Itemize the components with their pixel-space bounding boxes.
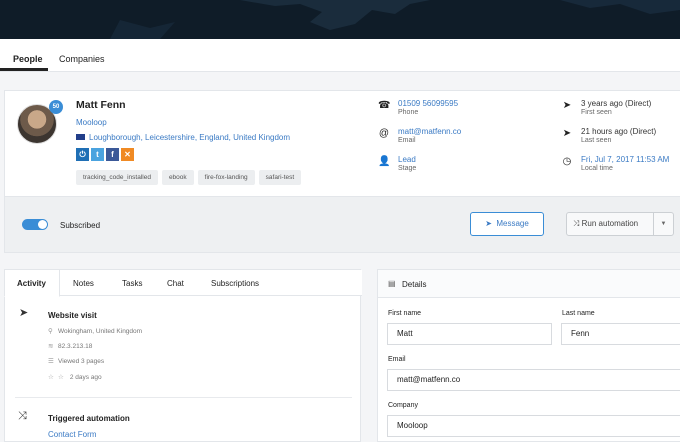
wifi-icon: ≋ [48, 343, 54, 350]
tab-tasks[interactable]: Tasks [122, 279, 142, 288]
visit-location: ⚲ Wokingham, United Kingdom [48, 327, 142, 335]
subscribed-label: Subscribed [60, 221, 101, 230]
first-seen-value: 3 years ago (Direct) [581, 99, 652, 108]
uk-flag-icon [76, 134, 85, 140]
tab-people[interactable]: People [13, 54, 43, 64]
last-seen-row: ➤ 21 hours ago (Direct) Last seen [561, 127, 680, 151]
local-time-row: ◷ Fri, Jul 7, 2017 11:53 AM Local time [561, 155, 680, 179]
run-automation-label: Run automation [581, 219, 639, 228]
email-label: Email [398, 137, 416, 144]
xing-icon[interactable]: ✕ [121, 148, 134, 161]
header-banner [0, 0, 680, 39]
tag[interactable]: safari-test [258, 170, 302, 185]
visit-time-text: 2 days ago [69, 374, 102, 381]
last-name-field[interactable]: Fenn [561, 323, 680, 345]
stage-row: 👤 Lead Stage [378, 155, 568, 179]
email-row: @ matt@matfenn.co Email [378, 127, 568, 151]
twitter-icon[interactable]: t [91, 148, 104, 161]
first-name-field[interactable]: Matt [387, 323, 552, 345]
clock-icon: ◷ [562, 156, 572, 167]
person-icon: 👤 [378, 156, 391, 167]
message-button[interactable]: ➤ Message [470, 212, 544, 236]
triggered-automation-title: Triggered automation [48, 414, 130, 423]
send-icon: ➤ [485, 219, 492, 228]
phone-label: Phone [398, 109, 419, 116]
list-icon: ☰ [48, 358, 54, 365]
pin-icon: ⚲ [48, 328, 53, 335]
cursor-icon: ➤ [562, 128, 572, 139]
feed-divider [15, 397, 352, 398]
contact-card: 50 Matt Fenn Mooloop Loughborough, Leice… [4, 90, 680, 197]
visit-ip-text: 82.3.213.18 [58, 343, 93, 350]
details-header: ▤ Details [378, 270, 680, 298]
first-name-label: First name [388, 310, 422, 317]
star-icon: ☆ [48, 374, 54, 381]
visit-pages: ☰ Viewed 3 pages [48, 357, 104, 365]
local-time-label: Local time [581, 165, 613, 172]
email-field[interactable]: matt@matfenn.co [387, 369, 680, 391]
score-badge: 50 [49, 100, 63, 114]
first-seen-label: First seen [581, 109, 612, 116]
chevron-down-icon[interactable]: ▼ [653, 213, 673, 235]
active-tab-indicator [0, 68, 48, 71]
stage-value[interactable]: Lead [398, 155, 416, 164]
activity-panel: Activity Notes Tasks Chat Subscriptions … [4, 269, 362, 442]
contact-name: Matt Fenn [76, 99, 126, 111]
power-icon[interactable]: ⏻ [76, 148, 89, 161]
email-label: Email [388, 356, 406, 363]
cursor-icon: ➤ [19, 307, 29, 319]
star-icon: ☆ [58, 374, 64, 381]
subscription-bar: Subscribed ➤ Message ⤨ Run automation ▼ [4, 197, 680, 253]
social-links: ⏻ t f ✕ [76, 148, 136, 161]
activity-tabs: Activity Notes Tasks Chat Subscriptions [4, 269, 362, 297]
toggle-knob [38, 220, 47, 229]
location-text: Loughborough, Leicestershire, England, U… [89, 133, 291, 142]
contact-location[interactable]: Loughborough, Leicestershire, England, U… [76, 133, 290, 142]
details-title: Details [402, 280, 427, 289]
visit-pages-text: Viewed 3 pages [58, 358, 105, 365]
contact-company-link[interactable]: Mooloop [76, 118, 107, 127]
cursor-icon: ➤ [562, 100, 572, 111]
local-time-value: Fri, Jul 7, 2017 11:53 AM [581, 155, 670, 164]
tab-notes[interactable]: Notes [73, 279, 94, 288]
last-name-label: Last name [562, 310, 595, 317]
card-icon: ▤ [388, 279, 396, 288]
email-value[interactable]: matt@matfenn.co [398, 127, 461, 136]
stage-label: Stage [398, 165, 417, 172]
world-map-graphic [110, 0, 680, 39]
main-nav: People Companies [0, 39, 680, 72]
tab-activity[interactable]: Activity [17, 279, 46, 288]
phone-value[interactable]: 01509 56099595 [398, 99, 458, 108]
website-visit-title: Website visit [48, 311, 97, 320]
tag[interactable]: fire-fox-landing [197, 170, 255, 185]
tab-companies[interactable]: Companies [59, 54, 105, 64]
company-label: Company [388, 402, 418, 409]
subscribed-toggle[interactable] [22, 219, 48, 230]
visit-ip: ≋ 82.3.213.18 [48, 342, 92, 350]
last-seen-value: 21 hours ago (Direct) [581, 127, 657, 136]
tag[interactable]: ebook [161, 170, 194, 185]
automation-link[interactable]: Contact Form [48, 430, 96, 439]
tag[interactable]: tracking_code_installed [76, 170, 158, 185]
message-button-label: Message [496, 219, 529, 228]
facebook-icon[interactable]: f [106, 148, 119, 161]
at-icon: @ [378, 128, 390, 139]
visit-location-text: Wokingham, United Kingdom [58, 328, 143, 335]
run-automation-button[interactable]: ⤨ Run automation ▼ [566, 212, 674, 236]
tab-chat[interactable]: Chat [167, 279, 184, 288]
details-panel: ▤ Details First name Matt Last name Fenn… [377, 269, 680, 442]
first-seen-row: ➤ 3 years ago (Direct) First seen [561, 99, 680, 123]
shuffle-icon: ⤨ [573, 219, 580, 228]
tab-subscriptions[interactable]: Subscriptions [211, 279, 259, 288]
shuffle-icon: ⤨ [18, 410, 27, 422]
tag-list: tracking_code_installed ebook fire-fox-lan… [76, 170, 305, 185]
phone-row: ☎ 01509 56099595 Phone [378, 99, 568, 123]
phone-icon: ☎ [378, 100, 391, 111]
visit-time: ☆ ☆ 2 days ago [48, 373, 102, 381]
last-seen-label: Last seen [581, 137, 612, 144]
company-field[interactable]: Mooloop [387, 415, 680, 437]
